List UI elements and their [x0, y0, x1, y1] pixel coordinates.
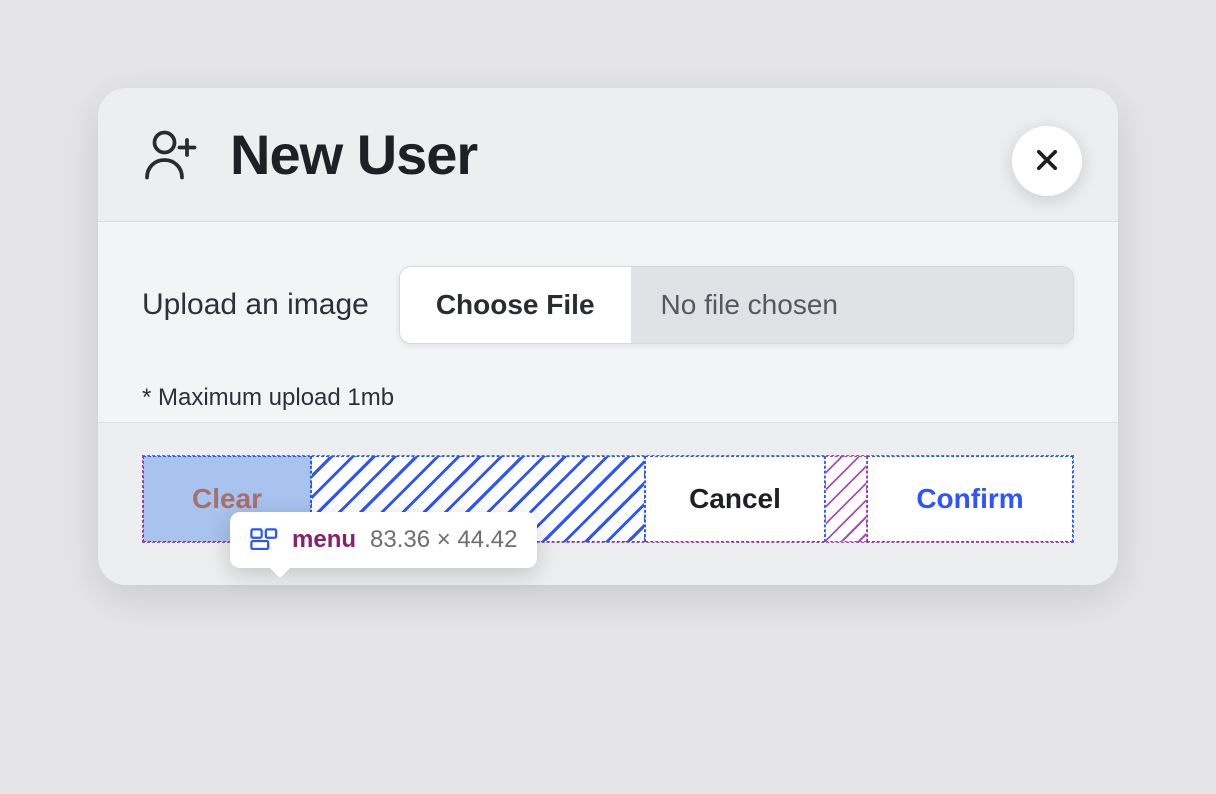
upload-row: Upload an image Choose File No file chos…: [142, 266, 1074, 344]
dev-inspector-tooltip: menu 83.36 × 44.42: [230, 512, 537, 568]
upload-hint: * Maximum upload 1mb: [142, 384, 1074, 412]
dialog-body: Upload an image Choose File No file chos…: [98, 222, 1118, 422]
choose-file-button[interactable]: Choose File: [399, 266, 631, 344]
flex-icon: [250, 528, 278, 552]
file-status: No file chosen: [631, 266, 1074, 344]
close-icon: [1033, 146, 1061, 177]
new-user-dialog: New User Upload an image Choose File No …: [98, 88, 1118, 585]
close-button[interactable]: [1012, 126, 1082, 196]
flex-gap: [825, 456, 867, 542]
upload-label: Upload an image: [142, 288, 369, 322]
tooltip-element-tag: menu: [292, 526, 356, 554]
dialog-header: New User: [98, 88, 1118, 222]
dialog-title: New User: [230, 122, 477, 187]
confirm-button[interactable]: Confirm: [867, 456, 1073, 542]
cancel-button[interactable]: Cancel: [645, 456, 825, 542]
user-plus-icon: [142, 125, 202, 185]
file-picker: Choose File No file chosen: [399, 266, 1074, 344]
tooltip-dimensions: 83.36 × 44.42: [370, 526, 517, 554]
